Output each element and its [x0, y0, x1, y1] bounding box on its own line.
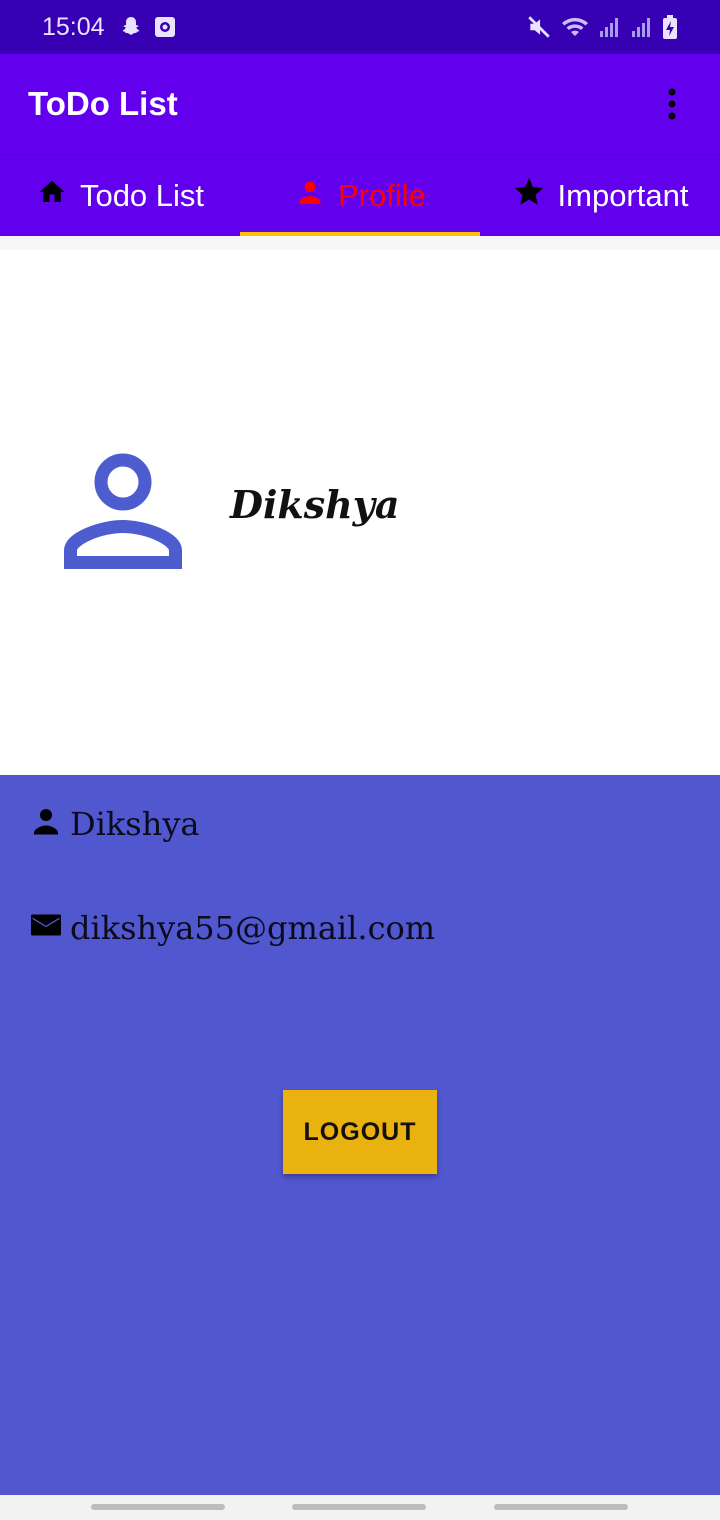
signal-icon — [598, 15, 622, 39]
email-row: dikshya55@gmail.com — [28, 907, 435, 948]
user-name: Dikshya — [70, 804, 200, 843]
nav-recents-button[interactable] — [91, 1504, 225, 1510]
nav-home-button[interactable] — [292, 1504, 426, 1510]
status-time: 15:04 — [42, 12, 105, 41]
signal-icon-2 — [630, 15, 654, 39]
app-bar: ToDo List — [0, 54, 720, 154]
divider — [0, 236, 720, 250]
system-nav-bar — [0, 1495, 720, 1520]
wifi-icon — [560, 14, 590, 40]
home-icon — [36, 177, 68, 215]
email-icon — [28, 907, 64, 948]
status-icons — [526, 14, 678, 40]
tab-label: Important — [557, 178, 689, 213]
nav-back-button[interactable] — [494, 1504, 628, 1510]
profile-name: Dikshya — [230, 482, 400, 527]
snapchat-icon — [119, 15, 143, 39]
person-outline-icon — [58, 448, 188, 578]
profile-info-panel: Dikshya dikshya55@gmail.com LOGOUT — [0, 775, 720, 1495]
person-icon — [28, 803, 64, 844]
tab-label: Profile — [338, 178, 426, 213]
tab-important[interactable]: Important — [480, 155, 720, 237]
mute-icon — [526, 14, 552, 40]
status-bar: 15:04 — [0, 0, 720, 54]
user-email: dikshya55@gmail.com — [70, 908, 436, 947]
tab-profile[interactable]: Profile — [240, 155, 480, 237]
name-row: Dikshya — [28, 803, 199, 844]
battery-charging-icon — [662, 14, 678, 40]
tab-label: Todo List — [79, 178, 205, 213]
logout-button[interactable]: LOGOUT — [283, 1090, 437, 1174]
camera-app-icon — [153, 15, 177, 39]
star-icon — [512, 175, 546, 217]
app-title: ToDo List — [28, 85, 178, 122]
profile-header: Dikshya — [0, 250, 720, 775]
person-icon — [294, 176, 326, 216]
tab-todo-list[interactable]: Todo List — [0, 155, 240, 237]
more-vert-icon[interactable] — [652, 74, 692, 134]
tab-bar: Todo List Profile Important — [0, 154, 720, 237]
